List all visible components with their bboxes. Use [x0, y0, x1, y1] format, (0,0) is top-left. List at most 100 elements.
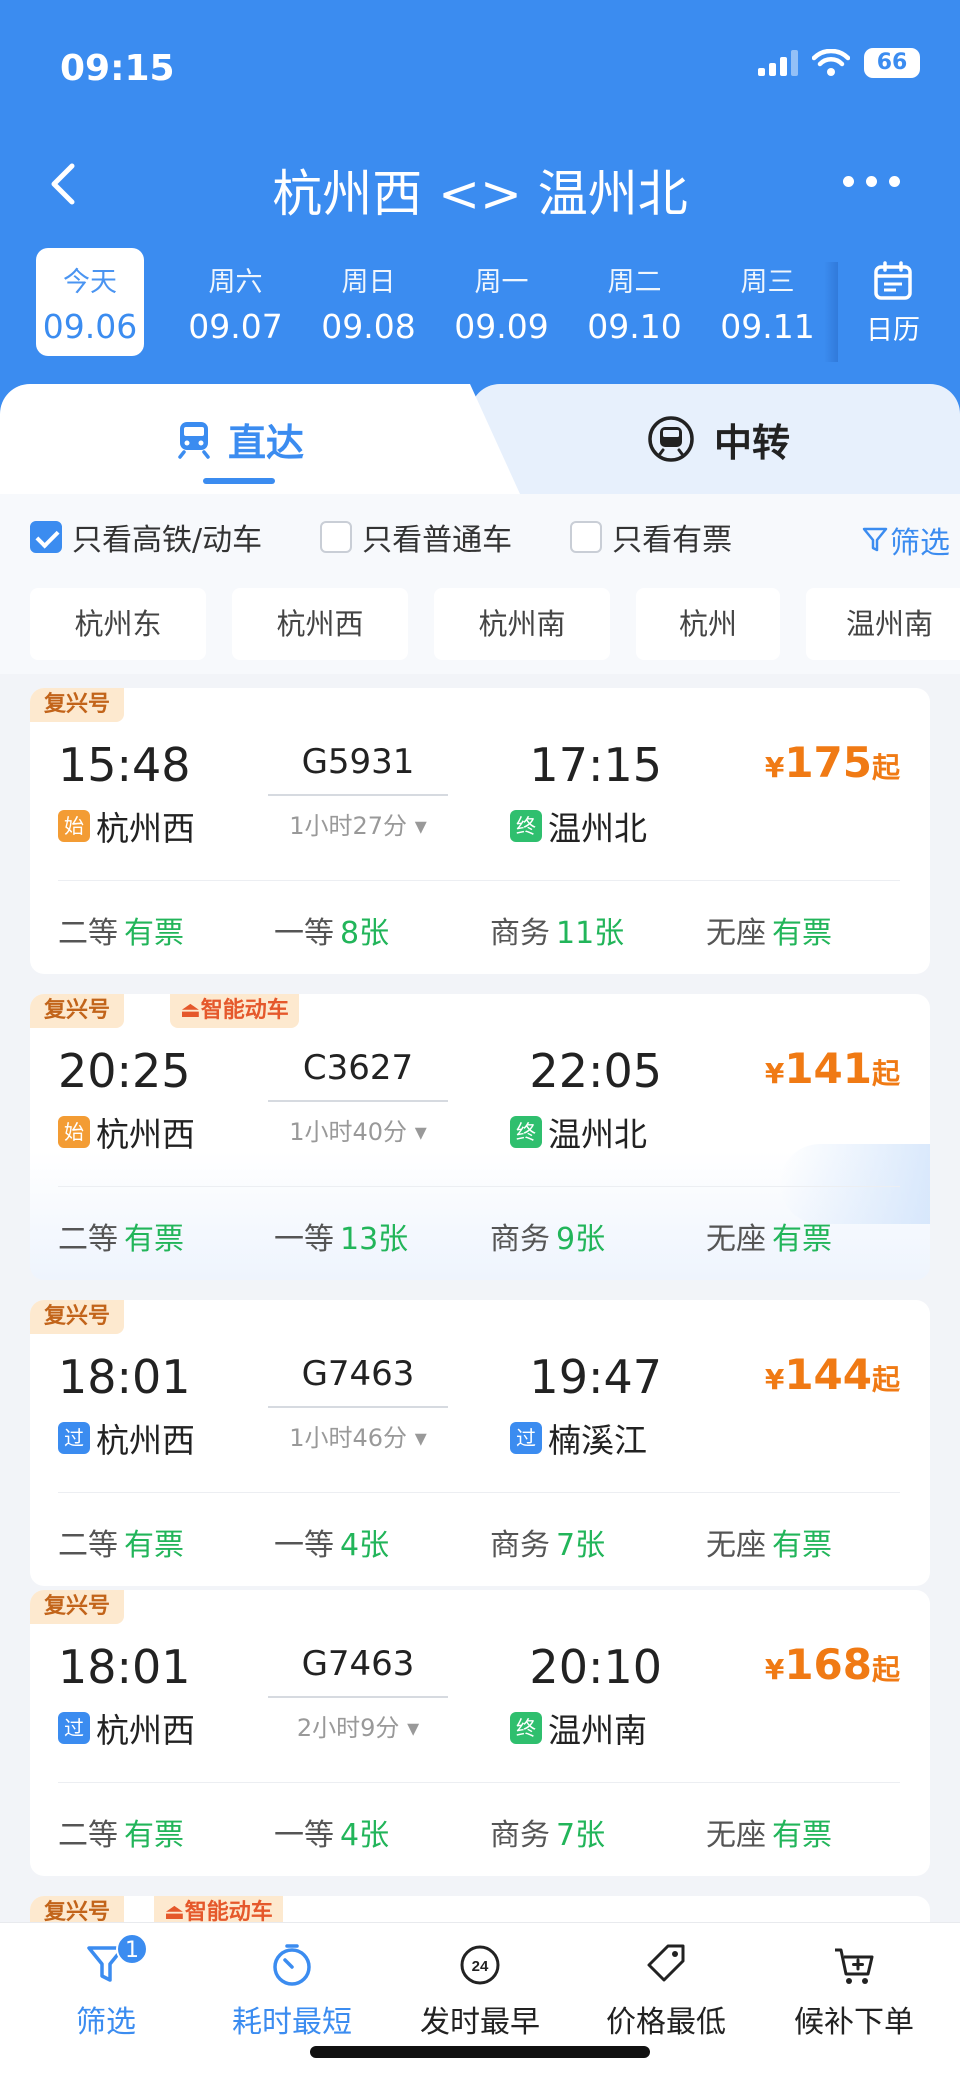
pass-badge: 过 — [58, 1422, 90, 1454]
divider — [58, 1186, 900, 1187]
sort-earliest-button[interactable]: 24 发时最早 — [400, 1941, 560, 2041]
price-suffix: 起 — [871, 1363, 900, 1396]
status-time: 09:15 — [60, 48, 175, 89]
train-number: C3627 — [302, 1048, 414, 1088]
seat-count: 有票 — [772, 916, 832, 951]
train-card[interactable]: 复兴号 18:01 G7463 1小时46分 ▾ 19:47 ¥144起 过杭州… — [30, 1300, 930, 1586]
end-badge: 终 — [510, 810, 542, 842]
calendar-icon — [874, 261, 912, 300]
route-title[interactable]: 杭州西 <> 温州北 — [0, 154, 960, 226]
station-chip[interactable]: 杭州东 — [30, 588, 206, 660]
checkbox-checked-icon — [30, 521, 62, 553]
departure-station: 过杭州西 — [58, 1414, 195, 1462]
station-chip[interactable]: 温州南 — [806, 588, 960, 660]
end-badge: 终 — [510, 1712, 542, 1744]
calendar-button[interactable]: 日历 — [848, 260, 938, 347]
date-tab[interactable]: 周三 09.11 — [701, 248, 834, 356]
duration[interactable]: 1小时40分 ▾ — [268, 1112, 448, 1147]
bottom-filter-button[interactable]: 筛选 1 — [26, 1933, 186, 2041]
date-day: 09.09 — [454, 307, 549, 346]
station-chip[interactable]: 杭州南 — [434, 588, 610, 660]
seat-label: 二等 — [58, 1528, 118, 1563]
caret-down-icon: ▾ — [414, 1424, 427, 1452]
train-card[interactable]: 复兴号 18:01 G7463 2小时9分 ▾ 20:10 ¥168起 过杭州西… — [30, 1590, 930, 1876]
train-icon — [178, 422, 210, 459]
navbar: 杭州西 <> 温州北 — [0, 150, 960, 223]
checkbox-normal-train[interactable]: 只看普通车 — [320, 515, 512, 559]
currency: ¥ — [764, 1653, 785, 1686]
train-number: G5931 — [301, 742, 415, 782]
seat-no-seat: 无座 有票 — [706, 1520, 832, 1564]
end-badge: 终 — [510, 1116, 542, 1148]
sort-shortest-button[interactable]: 耗时最短 — [212, 1941, 372, 2041]
funnel-icon — [862, 527, 888, 552]
train-type-tag: 复兴号 — [30, 688, 125, 722]
caret-down-icon: ▾ — [414, 1118, 427, 1146]
arrival-station: 终温州北 — [510, 802, 647, 850]
more-icon[interactable] — [843, 176, 900, 187]
waitlist-label: 候补下单 — [794, 2005, 914, 2040]
date-selector: 今天 09.06 周六 09.07 周日 09.08 周一 09.09 周二 0… — [36, 248, 936, 356]
seat-count: 有票 — [772, 1222, 832, 1257]
smart-train-label: 智能动车 — [200, 998, 289, 1023]
station-name: 楠溪江 — [548, 1421, 647, 1460]
date-dow: 周日 — [341, 267, 396, 298]
train-front-icon: ⏏ — [180, 998, 201, 1023]
currency: ¥ — [764, 751, 785, 784]
date-tab[interactable]: 周一 09.09 — [435, 248, 568, 356]
checkbox-high-speed[interactable]: 只看高铁/动车 — [30, 515, 262, 559]
seat-first-class: 一等 4张 — [274, 1520, 389, 1564]
duration[interactable]: 2小时9分 ▾ — [268, 1708, 448, 1743]
date-day: 09.11 — [720, 307, 815, 346]
seat-label: 无座 — [706, 1222, 766, 1257]
sort-cheapest-button[interactable]: 价格最低 — [586, 1941, 746, 2041]
date-tab[interactable]: 周六 09.07 — [169, 248, 302, 356]
home-indicator — [310, 2046, 650, 2058]
waitlist-button[interactable]: 候补下单 — [774, 1941, 934, 2041]
seat-label: 商务 — [490, 1818, 550, 1853]
signal-icon — [758, 50, 798, 76]
date-tab[interactable]: 周日 09.08 — [302, 248, 435, 356]
tab-transfer-label: 中转 — [714, 420, 791, 465]
checkbox-available-only[interactable]: 只看有票 — [570, 515, 732, 559]
departure-time: 18:01 — [58, 1640, 191, 1694]
divider — [58, 1782, 900, 1783]
bottom-filter-badge: 1 — [116, 1933, 148, 1965]
station-name: 杭州西 — [96, 1421, 195, 1460]
price-suffix: 起 — [871, 751, 900, 784]
date-day: 09.07 — [188, 307, 283, 346]
filter-button[interactable]: 筛选 1 — [862, 518, 950, 562]
tab-transfer[interactable]: 中转 — [646, 384, 790, 494]
date-tab-today[interactable]: 今天 09.06 — [36, 248, 144, 356]
station-name: 杭州西 — [96, 1711, 195, 1750]
duration-text: 1小时40分 — [289, 1118, 408, 1146]
seat-label: 一等 — [274, 1222, 334, 1257]
station-name: 温州北 — [548, 1115, 647, 1154]
stopwatch-icon — [273, 1944, 311, 1986]
wifi-icon — [812, 49, 850, 76]
tab-active-indicator — [203, 478, 275, 484]
duration[interactable]: 1小时27分 ▾ — [268, 806, 448, 841]
price-suffix: 起 — [871, 1653, 900, 1686]
train-number: G7463 — [301, 1644, 415, 1684]
date-tab[interactable]: 周二 09.10 — [568, 248, 701, 356]
seat-label: 商务 — [490, 916, 550, 951]
seat-label: 一等 — [274, 916, 334, 951]
calendar-label: 日历 — [866, 315, 920, 346]
station-chip[interactable]: 杭州西 — [232, 588, 408, 660]
pass-badge: 过 — [58, 1712, 90, 1744]
train-card[interactable]: 复兴号 15:48 G5931 1小时27分 ▾ 17:15 ¥175起 始杭州… — [30, 688, 930, 974]
clock-24-icon: 24 — [460, 1945, 500, 1985]
route-line — [268, 794, 448, 796]
seat-label: 无座 — [706, 1528, 766, 1563]
seat-count: 有票 — [772, 1818, 832, 1853]
seat-label: 二等 — [58, 1818, 118, 1853]
duration[interactable]: 1小时46分 ▾ — [268, 1418, 448, 1453]
station-chip[interactable]: 杭州 — [636, 588, 780, 660]
train-card[interactable]: 复兴号 ⏏智能动车 20:25 C3627 1小时40分 ▾ 22:05 ¥14… — [30, 994, 930, 1280]
seat-label: 无座 — [706, 1818, 766, 1853]
seat-count: 9张 — [556, 1222, 606, 1257]
price: ¥175起 — [765, 738, 900, 787]
seat-first-class: 一等 13张 — [274, 1214, 408, 1258]
price-tag-icon — [647, 1944, 685, 1982]
